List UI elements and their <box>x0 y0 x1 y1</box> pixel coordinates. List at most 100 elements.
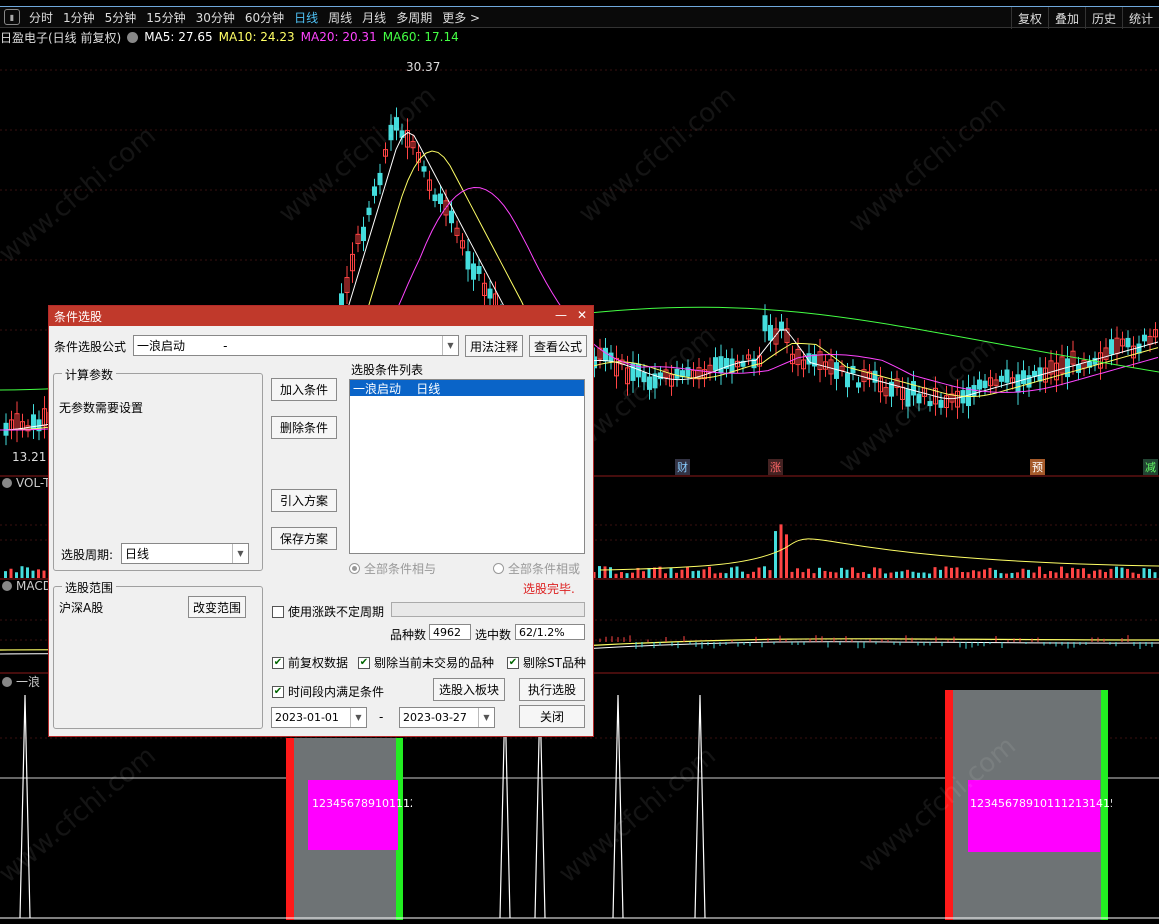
checkbox-checked[interactable]: ✔ <box>272 685 284 698</box>
volume-bar <box>807 568 810 578</box>
date-to-input[interactable]: 2023-03-27 ▼ <box>399 707 495 728</box>
volume-bar <box>1076 569 1080 578</box>
signal-spike <box>694 694 706 919</box>
delete-condition-button[interactable]: 删除条件 <box>271 416 337 439</box>
chevron-down-icon[interactable]: ▼ <box>478 708 494 727</box>
save-scheme-button[interactable]: 保存方案 <box>271 527 337 550</box>
tab-period-15min[interactable]: 15分钟 <box>141 9 190 26</box>
stock-screener-dialog: 条件选股 — ✕ 条件选股公式 一浪启动 - ▼ 用法注释 查看公式 计算参数 … <box>48 305 594 737</box>
volume-bar <box>1093 570 1096 578</box>
volume-bar <box>955 567 959 578</box>
close-icon[interactable]: ✕ <box>577 308 587 322</box>
use-variable-period-checkbox[interactable]: 使用涨跌不定周期 <box>272 603 384 620</box>
close-button[interactable]: 关闭 <box>519 705 585 728</box>
chevron-down-icon[interactable]: ▼ <box>232 544 248 563</box>
tab-period-weekly[interactable]: 周线 <box>323 9 357 26</box>
radio-all-or[interactable]: 全部条件相或 <box>493 560 580 577</box>
stats-button[interactable]: 统计 <box>1121 7 1159 29</box>
change-range-button[interactable]: 改变范围 <box>188 596 246 618</box>
formula-select[interactable]: 一浪启动 - ▼ <box>133 335 459 356</box>
radio-button[interactable] <box>493 563 504 574</box>
range-value: 沪深A股 <box>59 601 104 615</box>
candle-body <box>1076 364 1081 373</box>
overlay-button[interactable]: 叠加 <box>1047 7 1085 29</box>
exclude-untraded-checkbox[interactable]: ✔ 剔除当前未交易的品种 <box>358 654 494 671</box>
volume-bar <box>977 571 981 578</box>
view-formula-button[interactable]: 查看公式 <box>529 335 587 357</box>
volume-bar <box>20 566 24 578</box>
checkbox-checked[interactable]: ✔ <box>272 656 284 669</box>
tab-period-5min[interactable]: 5分钟 <box>100 9 142 26</box>
checkbox-checked[interactable]: ✔ <box>507 656 519 669</box>
settings-icon[interactable] <box>127 31 139 43</box>
adjust-button[interactable]: 复权 <box>1010 7 1048 29</box>
volume-bar <box>840 567 843 578</box>
tab-period-more[interactable]: 更多 > <box>437 9 485 26</box>
volume-bar <box>1071 567 1074 578</box>
volume-bar <box>1060 566 1063 578</box>
execute-button[interactable]: 执行选股 <box>519 678 585 701</box>
volume-bar <box>31 570 35 578</box>
volume-bar <box>779 524 783 578</box>
calc-params-group: 计算参数 无参数需要设置 选股周期: 日线 ▼ <box>53 366 263 571</box>
volume-bar <box>966 572 970 578</box>
exclude-st-checkbox[interactable]: ✔ 剔除ST品种 <box>507 654 586 671</box>
yilang-panel-label[interactable]: 一浪 <box>0 673 40 690</box>
volume-bar <box>614 573 618 578</box>
candle-body <box>1015 374 1021 393</box>
marker-finance[interactable]: 财 <box>675 459 690 475</box>
add-condition-button[interactable]: 加入条件 <box>271 378 337 401</box>
dialog-titlebar[interactable]: 条件选股 — ✕ <box>49 306 593 326</box>
tab-period-daily[interactable]: 日线 <box>289 9 323 26</box>
minimize-icon[interactable]: — <box>555 308 567 322</box>
panel-settings-icon[interactable] <box>2 478 12 488</box>
candle-body <box>779 321 784 331</box>
add-to-block-button[interactable]: 选股入板块 <box>433 678 505 701</box>
tab-period-1min[interactable]: 1分钟 <box>58 9 100 26</box>
panel-toggle-icon[interactable]: ▮ <box>4 9 20 25</box>
volume-bar <box>1098 569 1102 578</box>
progress-bar <box>391 602 585 617</box>
tab-period-fenshi[interactable]: 分时 <box>24 9 58 26</box>
ma5-value: MA5: 27.65 <box>144 30 213 44</box>
import-scheme-button[interactable]: 引入方案 <box>271 489 337 512</box>
marker-reduce[interactable]: 减 <box>1143 459 1158 475</box>
chevron-down-icon[interactable]: ▼ <box>442 336 458 355</box>
vol-panel-label[interactable]: VOL-T <box>0 476 50 490</box>
time-range-checkbox[interactable]: ✔ 时间段内满足条件 <box>272 683 384 700</box>
tab-period-multi[interactable]: 多周期 <box>391 9 437 26</box>
date-from-input[interactable]: 2023-01-01 ▼ <box>271 707 367 728</box>
volume-bar <box>873 567 876 578</box>
usage-notes-button[interactable]: 用法注释 <box>465 335 523 357</box>
panel-settings-icon[interactable] <box>2 676 12 687</box>
volume-bar <box>1104 572 1107 578</box>
volume-bar <box>889 572 893 578</box>
chevron-down-icon[interactable]: ▼ <box>350 708 366 727</box>
panel-settings-icon[interactable] <box>2 581 12 591</box>
volume-bar <box>697 570 700 578</box>
radio-all-and[interactable]: 全部条件相与 <box>349 560 436 577</box>
prefq-checkbox[interactable]: ✔ 前复权数据 <box>272 654 348 671</box>
tab-period-30min[interactable]: 30分钟 <box>191 9 240 26</box>
signal-spike <box>612 694 624 919</box>
condition-list[interactable]: 一浪启动 日线 <box>349 379 585 554</box>
volume-bar <box>724 573 728 578</box>
tab-period-monthly[interactable]: 月线 <box>357 9 391 26</box>
period-select[interactable]: 日线 ▼ <box>121 543 249 564</box>
marker-forecast[interactable]: 预 <box>1030 459 1045 475</box>
checkbox[interactable] <box>272 605 284 618</box>
list-item[interactable]: 一浪启动 日线 <box>350 380 584 396</box>
volume-bar <box>768 570 772 578</box>
marker-limit-up[interactable]: 涨 <box>768 459 783 475</box>
candle-body <box>487 288 493 299</box>
formula-label: 条件选股公式 <box>54 340 127 354</box>
checkbox-checked[interactable]: ✔ <box>358 656 370 669</box>
status-text: 选股完毕. <box>523 582 575 596</box>
candle-body <box>1109 339 1114 355</box>
date-separator: - <box>379 710 384 724</box>
radio-button[interactable] <box>349 563 360 574</box>
history-button[interactable]: 历史 <box>1084 7 1122 29</box>
macd-panel-label[interactable]: MACD <box>0 579 52 593</box>
tab-period-60min[interactable]: 60分钟 <box>240 9 289 26</box>
ma10-value: MA10: 24.23 <box>218 30 295 44</box>
